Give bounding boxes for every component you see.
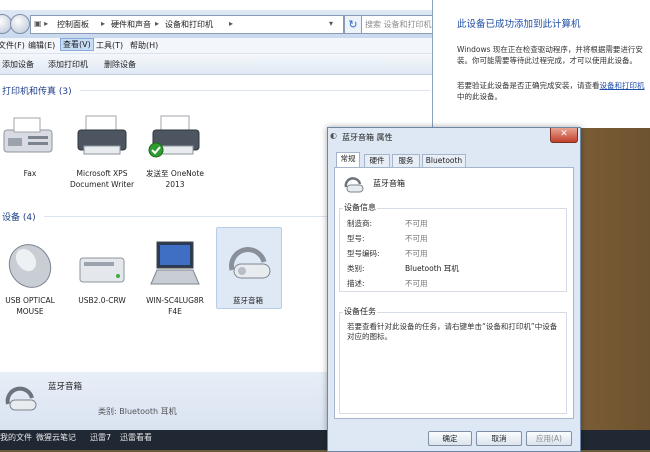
info-value: 不可用 <box>405 234 428 243</box>
menu-view[interactable]: 查看(V) <box>60 38 94 51</box>
device-added-notification: 此设备已成功添加到此计算机 Windows 现在正在检查驱动程序，并将根据需要进… <box>432 0 650 128</box>
device-info-title: 设备信息 <box>343 202 377 213</box>
cancel-button[interactable]: 取消 <box>476 431 522 446</box>
dropdown-arrow-icon[interactable]: ▾ <box>329 19 333 28</box>
menu-tools[interactable]: 工具(T) <box>96 40 123 51</box>
refresh-button[interactable]: ↻ <box>344 15 362 34</box>
device-label: 发送至 OneNote 2013 <box>146 169 204 189</box>
breadcrumb-item[interactable]: 硬件和声音 <box>111 19 151 30</box>
printers-group-header[interactable]: 打印机和传真 (3) <box>2 84 72 97</box>
apply-button[interactable]: 应用(A) <box>526 431 572 446</box>
headset-icon <box>344 177 364 193</box>
device-bluetooth-speaker[interactable]: 蓝牙音箱 <box>215 240 281 306</box>
ok-button[interactable]: 确定 <box>428 431 472 446</box>
add-device-button[interactable]: 添加设备 <box>2 59 34 70</box>
details-pane: 蓝牙音箱 类别: Bluetooth 耳机 <box>0 372 327 430</box>
device-label: Fax <box>23 169 37 178</box>
dialog-icon: ◐ <box>330 131 337 140</box>
group-divider <box>80 90 430 91</box>
headset-icon <box>5 386 37 411</box>
device-label: USB OPTICAL MOUSE <box>5 296 55 316</box>
device-fax[interactable]: Fax <box>0 112 63 179</box>
breadcrumb-separator-icon: ▸ <box>155 19 160 28</box>
printer-icon <box>77 115 127 155</box>
menu-edit[interactable]: 编辑(E) <box>28 40 55 51</box>
headset-icon <box>229 247 271 279</box>
breadcrumb-item[interactable]: 设备和打印机 <box>165 19 213 30</box>
control-panel-icon: ▣ ▸ <box>34 19 49 28</box>
details-category: 类别: Bluetooth 耳机 <box>98 407 177 416</box>
menu-file[interactable]: 文件(F) <box>0 40 25 51</box>
device-name: 蓝牙音箱 <box>373 179 405 188</box>
tab-general[interactable]: 常规 <box>336 152 360 168</box>
tab-hardware[interactable]: 硬件 <box>364 154 390 168</box>
device-xps-writer[interactable]: Microsoft XPS Document Writer <box>69 112 135 190</box>
info-label: 描述: <box>347 279 365 288</box>
device-tasks-title: 设备任务 <box>343 306 377 317</box>
tab-services[interactable]: 服务 <box>392 154 420 168</box>
info-label: 型号编码: <box>347 249 380 258</box>
device-label: WIN-SC4LUG8R F4E <box>146 296 204 316</box>
taskbar-item[interactable]: 我的文件 <box>0 432 32 443</box>
details-device-name: 蓝牙音箱 <box>48 382 83 392</box>
notification-text: Windows 现在正在检查驱动程序，并将根据需要进行安装。你可能需要等待此过程… <box>457 45 643 65</box>
search-placeholder: 搜索 设备和打印机 <box>365 20 432 29</box>
device-label: USB2.0-CRW <box>78 296 126 305</box>
command-bar: 添加设备 添加打印机 删除设备 <box>0 54 432 75</box>
device-label: 蓝牙音箱 <box>233 296 263 305</box>
info-value: 不可用 <box>405 219 428 228</box>
menu-bar: 文件(F) 编辑(E) 查看(V) 工具(T) 帮助(H) <box>0 38 432 54</box>
chevron-down-icon: ▸ <box>229 19 234 28</box>
device-tasks-text: 若要查看针对此设备的任务，请右键单击“设备和打印机”中设备对应的图标。 <box>347 322 558 341</box>
forward-button[interactable] <box>10 14 30 34</box>
info-value: Bluetooth 耳机 <box>405 264 459 273</box>
device-onenote[interactable]: 发送至 OneNote 2013 <box>142 112 208 190</box>
taskbar-item[interactable]: 迅雷7 <box>90 432 111 443</box>
notification-text-suffix: 中的此设备。 <box>457 92 502 101</box>
info-value: 不可用 <box>405 279 428 288</box>
info-value: 不可用 <box>405 249 428 258</box>
breadcrumb-item[interactable]: 控制面板 <box>57 19 89 30</box>
printer-default-icon <box>148 115 200 158</box>
search-input[interactable]: 搜索 设备和打印机 <box>361 15 433 34</box>
address-bar[interactable]: ▣ ▸ 控制面板 ▸ 硬件和声音 ▸ 设备和打印机 ▸ ▾ <box>30 15 344 34</box>
dialog-title: 蓝牙音箱 属性 <box>342 133 393 142</box>
device-label: Microsoft XPS Document Writer <box>69 169 135 189</box>
navigation-bar: ▣ ▸ 控制面板 ▸ 硬件和声音 ▸ 设备和打印机 ▸ ▾ ↻ 搜索 设备和打印… <box>0 10 433 38</box>
laptop-icon <box>150 241 200 285</box>
fax-icon <box>3 117 53 153</box>
info-label: 类别: <box>347 264 365 273</box>
dialog-body: 蓝牙音箱 设备信息 制造商: 不可用 型号: 不可用 型号编码: 不可用 类别:… <box>334 167 574 419</box>
taskbar-item[interactable]: 迅雷看看 <box>120 432 152 443</box>
card-reader-icon <box>79 257 125 283</box>
close-button[interactable]: ✕ <box>550 128 578 143</box>
remove-device-button[interactable]: 删除设备 <box>104 59 136 70</box>
breadcrumb-separator-icon: ▸ <box>101 19 106 28</box>
info-label: 型号: <box>347 234 365 243</box>
notification-text-prefix: 若要验证此设备是否正确完成安装，请查看 <box>457 81 600 90</box>
taskbar-item[interactable]: 微猩云笔记 <box>36 432 76 443</box>
properties-dialog: ◐ 蓝牙音箱 属性 ✕ 常规 硬件 服务 Bluetooth 蓝牙音箱 设备信息… <box>327 127 581 452</box>
tab-bluetooth[interactable]: Bluetooth <box>422 154 466 168</box>
device-computer[interactable]: WIN-SC4LUG8R F4E <box>142 240 208 317</box>
add-printer-button[interactable]: 添加打印机 <box>48 59 88 70</box>
notification-text-2: 若要验证此设备是否正确完成安装，请查看设备和打印机中的此设备。 <box>457 80 647 102</box>
menu-help[interactable]: 帮助(H) <box>130 40 158 51</box>
info-label: 制造商: <box>347 219 373 228</box>
notification-title: 此设备已成功添加到此计算机 <box>457 19 581 30</box>
mouse-icon <box>8 244 52 288</box>
devices-group-header[interactable]: 设备 (4) <box>2 210 36 223</box>
device-card-reader[interactable]: USB2.0-CRW <box>69 240 135 306</box>
devices-printers-link[interactable]: 设备和打印机 <box>600 81 645 90</box>
device-mouse[interactable]: USB OPTICAL MOUSE <box>0 240 63 317</box>
